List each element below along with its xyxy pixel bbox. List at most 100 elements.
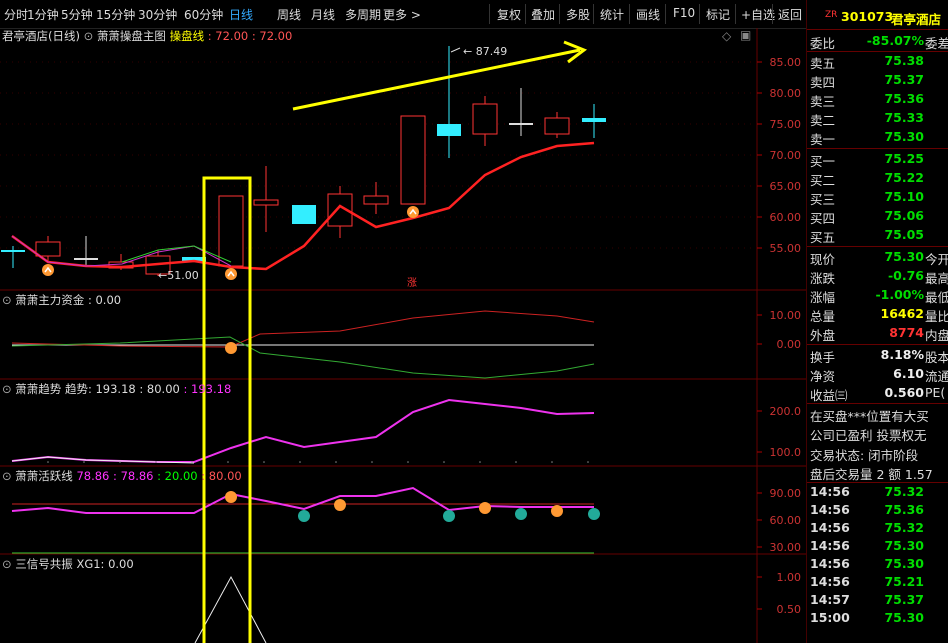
toolbar-divider <box>525 4 526 24</box>
candle-body[interactable] <box>363 195 389 205</box>
quote-tail: 流通 <box>925 368 948 384</box>
panel3-v3: : 193.18 <box>183 382 232 396</box>
grid-dot <box>47 461 49 463</box>
candle-body[interactable] <box>509 123 533 125</box>
toolbar-button[interactable]: 返回 <box>778 6 802 23</box>
commission-ratio: 委比 -85.07% 委差 <box>807 32 948 51</box>
toolbar-button[interactable]: 画线 <box>636 6 660 23</box>
tick-price: 75.21 <box>884 573 924 589</box>
panel-toggle-icon[interactable]: ⊙ <box>2 557 12 571</box>
quote-stat: 涨幅 -1.00% 最低 <box>807 286 948 305</box>
panel-settings-icon[interactable]: ◇ <box>722 29 731 43</box>
bid-level[interactable]: 买四 75.06 <box>807 207 948 226</box>
toolbar-button[interactable]: 叠加 <box>531 6 555 23</box>
toolbar-divider <box>665 4 666 24</box>
quote-value: -85.07% <box>866 33 924 48</box>
price-axis-label: 60.00 <box>770 211 802 224</box>
kline-chart-area[interactable]: 85.00 80.00 75.00 70.00 65.00 60.00 55.00 ← 87.… <box>0 28 806 643</box>
quote-value: 0.560 <box>884 384 924 400</box>
buy-signal-icon[interactable] <box>225 491 237 503</box>
sell-signal-icon[interactable] <box>298 510 310 522</box>
ask-level[interactable]: 卖三 75.36 <box>807 90 948 109</box>
panel5-title: ⊙ 三信号共振 XG1: 0.00 <box>2 556 134 572</box>
bid-level[interactable]: 买三 75.10 <box>807 188 948 207</box>
panel2-title: ⊙ 萧萧主力资金 : 0.00 <box>2 292 121 308</box>
indicator-name[interactable]: 萧萧操盘主图 <box>97 29 166 43</box>
bid-level[interactable]: 买五 75.05 <box>807 226 948 245</box>
sell-signal-icon[interactable] <box>588 508 600 520</box>
tick-price: 75.30 <box>884 555 924 571</box>
price-axis-label: 85.00 <box>770 56 802 69</box>
buy-signal-icon[interactable] <box>551 505 563 517</box>
ask-level[interactable]: 卖一 75.30 <box>807 128 948 147</box>
panel2-name[interactable]: 萧萧主力资金 <box>15 293 84 307</box>
collapse-icon[interactable]: ⊙ <box>84 29 94 43</box>
trend-line-white <box>11 456 195 464</box>
panel3-name[interactable]: 萧萧趋势 <box>15 382 61 396</box>
period-tab[interactable]: 30分钟 <box>138 6 177 23</box>
buy-signal-icon[interactable] <box>225 268 237 280</box>
quote-tail: 最高 <box>925 270 948 286</box>
panel2-axis-label: 10.00 <box>770 309 802 322</box>
panel-toggle-icon[interactable]: ⊙ <box>2 382 12 396</box>
period-tab[interactable]: 15分钟 <box>96 6 135 23</box>
candle-body[interactable] <box>292 205 316 224</box>
tick-row: 14:56 75.32 <box>807 484 948 502</box>
panel-toggle-icon[interactable]: ⊙ <box>2 469 12 483</box>
buy-signal-icon[interactable] <box>225 342 237 354</box>
tick-row: 14:56 75.30 <box>807 538 948 556</box>
panel4-name[interactable]: 萧萧活跃线 <box>15 469 73 483</box>
toolbar-button[interactable]: +自选 <box>741 6 775 23</box>
candle-body[interactable] <box>74 258 98 260</box>
period-tab[interactable]: 1分钟 <box>27 6 59 23</box>
buy-signal-icon[interactable] <box>334 499 346 511</box>
tick-price: 75.30 <box>884 609 924 625</box>
ask-level[interactable]: 卖五 75.38 <box>807 52 948 71</box>
ask-level[interactable]: 卖二 75.33 <box>807 109 948 128</box>
candle-body[interactable] <box>35 241 61 257</box>
quote-value: 8774 <box>889 325 924 341</box>
period-tab[interactable]: 5分钟 <box>61 6 93 23</box>
bid-level[interactable]: 买一 75.25 <box>807 150 948 169</box>
period-tab[interactable]: 周线 <box>277 6 301 23</box>
period-tab[interactable]: 更多 > <box>383 6 421 23</box>
buy-signal-icon[interactable] <box>407 206 419 218</box>
toolbar-button[interactable]: 统计 <box>600 6 624 23</box>
ask-level[interactable]: 卖四 75.37 <box>807 71 948 90</box>
price-axis-label: 70.00 <box>770 149 802 162</box>
toolbar-button[interactable]: 标记 <box>706 6 730 23</box>
tick-row: 14:56 75.30 <box>807 556 948 574</box>
main-fund-line <box>11 310 595 348</box>
period-tab[interactable]: 60分钟 <box>184 6 223 23</box>
grid-dot <box>407 461 409 463</box>
candle-body[interactable] <box>400 115 426 205</box>
sell-signal-icon[interactable] <box>443 510 455 522</box>
sell-signal-icon[interactable] <box>515 508 527 520</box>
candle-body[interactable] <box>253 199 279 206</box>
buy-signal-icon[interactable] <box>42 264 54 276</box>
low-price-label: ←51.00 <box>158 269 199 282</box>
candle-body[interactable] <box>218 195 244 267</box>
bid-level[interactable]: 买二 75.22 <box>807 169 948 188</box>
candle-body[interactable] <box>472 103 498 135</box>
period-tab[interactable]: 多周期 <box>345 6 381 23</box>
info-text: 在买盘***位置有大买 <box>810 409 929 425</box>
period-tab[interactable]: 分时 <box>4 6 28 23</box>
candle-body[interactable] <box>544 117 570 135</box>
stock-period-title: 君亭酒店(日线) <box>2 29 80 43</box>
toolbar-button[interactable]: 多股 <box>566 6 590 23</box>
candle-body[interactable] <box>1 250 25 252</box>
candle-body[interactable] <box>582 118 606 122</box>
grid-dot <box>587 461 589 463</box>
panel-toggle-icon[interactable]: ⊙ <box>2 293 12 307</box>
quote-value: 75.36 <box>884 90 924 106</box>
period-tab[interactable]: 月线 <box>311 6 335 23</box>
toolbar-button[interactable]: 复权 <box>497 6 521 23</box>
period-tab[interactable]: 日线 <box>229 6 253 23</box>
candle-body[interactable] <box>437 124 461 136</box>
quote-value: 6.10 <box>893 365 924 381</box>
panel5-name[interactable]: 三信号共振 <box>15 557 73 571</box>
panel-maximize-icon[interactable]: ▣ <box>740 28 751 42</box>
buy-signal-icon[interactable] <box>479 502 491 514</box>
toolbar-button[interactable]: F10 <box>673 6 695 20</box>
